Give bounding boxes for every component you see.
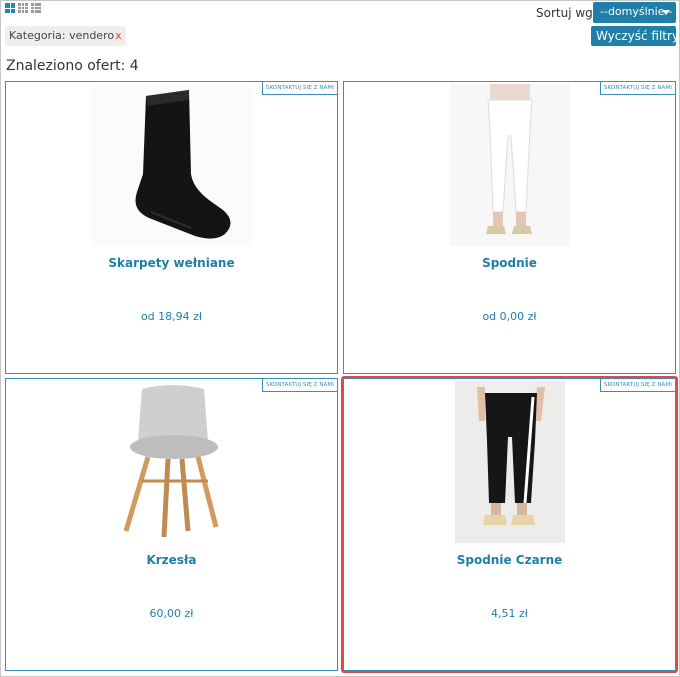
product-card[interactable]: SKONTAKTUJ SIĘ Z NAMI Spodnie od 0,00 zł [343,81,676,374]
product-image[interactable] [449,84,570,246]
product-name[interactable]: Spodnie [344,256,675,270]
filter-chip: Kategoria: venderox [5,26,126,46]
chair-image [123,385,218,538]
chevron-down-icon [662,10,670,15]
product-price: 60,00 zł [149,607,194,620]
selection-highlight [341,376,678,673]
product-image[interactable] [90,84,253,246]
product-card[interactable]: SKONTAKTUJ SIĘ Z NAMI Skarpety wełniane … [5,81,338,374]
sort-label: Sortuj wg: [536,6,597,20]
contact-button[interactable]: SKONTAKTUJ SIĘ Z NAMI [261,82,337,95]
sort-select[interactable]: --domyślnie-- [593,2,676,23]
contact-button[interactable]: SKONTAKTUJ SIĘ Z NAMI [599,82,675,95]
results-count: Znaleziono ofert: 4 [6,58,139,74]
product-name[interactable]: Skarpety wełniane [6,256,337,270]
sock-image [135,90,231,239]
grid-large-view-icon[interactable] [5,3,15,13]
product-card[interactable]: SKONTAKTUJ SIĘ Z NAMI Krzesła 60,00 zł [5,378,338,671]
filter-chip-label: Kategoria: vendero [9,29,115,42]
page-frame: Sortuj wg: --domyślnie-- Kategoria: vend… [0,0,680,677]
view-toggles [5,3,41,13]
list-view-icon[interactable] [31,3,41,13]
white-pants-image [485,84,533,234]
product-price: od 0,00 zł [482,310,537,323]
clear-filters-button[interactable]: Wyczyść filtry x [591,26,680,46]
product-price: od 18,94 zł [140,310,203,323]
contact-button[interactable]: SKONTAKTUJ SIĘ Z NAMI [261,379,337,392]
filter-remove-button[interactable]: x [115,29,122,42]
grid-small-view-icon[interactable] [18,3,28,13]
product-image[interactable] [111,381,232,543]
product-name[interactable]: Krzesła [6,553,337,567]
